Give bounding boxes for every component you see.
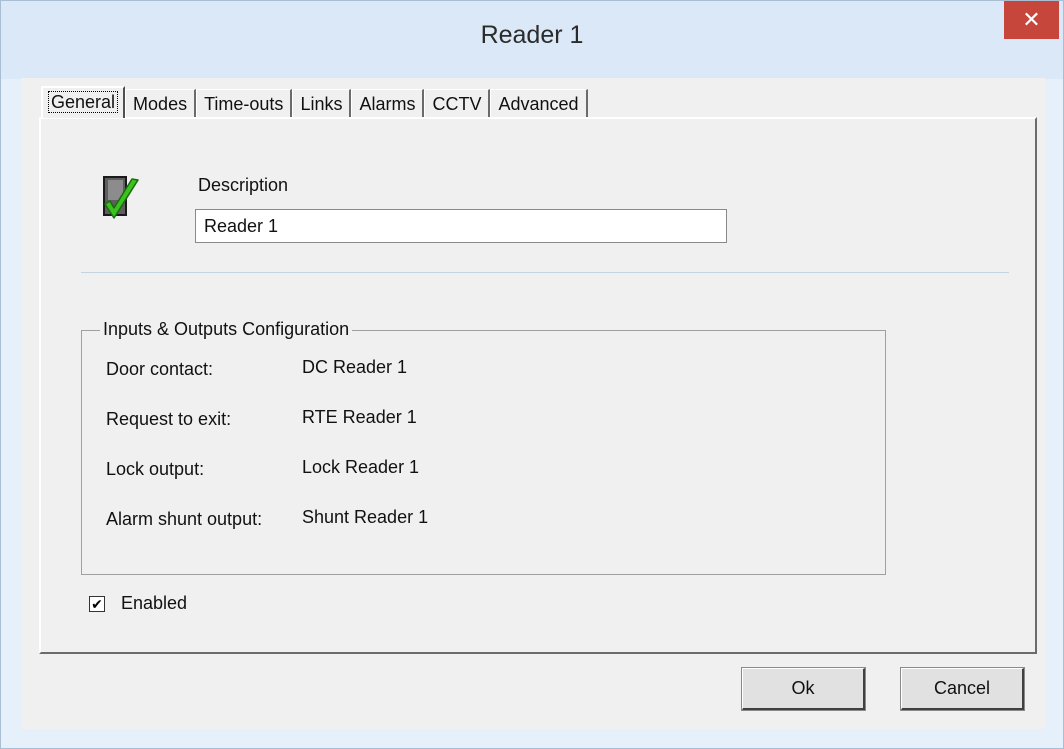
reader-dialog: Reader 1 ✕ General Modes Time-outs Links… bbox=[0, 0, 1064, 749]
reader-check-icon bbox=[103, 176, 139, 219]
tab-cctv[interactable]: CCTV bbox=[424, 89, 491, 117]
description-label: Description bbox=[198, 175, 289, 195]
tab-general[interactable]: General bbox=[41, 86, 126, 118]
enabled-checkbox[interactable]: ✔ bbox=[89, 596, 105, 612]
request-to-exit-label: Request to exit: bbox=[106, 409, 232, 429]
general-tab-panel: Description Inputs & Outputs Configurati… bbox=[39, 117, 1037, 654]
tab-strip: General Modes Time-outs Links Alarms CCT… bbox=[41, 86, 588, 118]
io-config-title: Inputs & Outputs Configuration bbox=[100, 319, 353, 340]
tab-time-outs[interactable]: Time-outs bbox=[196, 89, 293, 117]
door-contact-label: Door contact: bbox=[106, 359, 214, 379]
lock-output-label: Lock output: bbox=[106, 459, 205, 479]
separator-line bbox=[81, 272, 1009, 273]
tab-links[interactable]: Links bbox=[292, 89, 352, 117]
tab-advanced[interactable]: Advanced bbox=[490, 89, 588, 117]
io-config-group: Inputs & Outputs Configuration Door cont… bbox=[81, 319, 886, 575]
alarm-shunt-output-label: Alarm shunt output: bbox=[106, 509, 263, 529]
ok-button[interactable]: Ok bbox=[741, 667, 866, 711]
window-title: Reader 1 bbox=[480, 21, 584, 49]
tab-alarms[interactable]: Alarms bbox=[351, 89, 425, 117]
tab-modes[interactable]: Modes bbox=[125, 89, 197, 117]
close-button[interactable]: ✕ bbox=[1004, 1, 1059, 39]
lock-output-value: Lock Reader 1 bbox=[302, 457, 420, 477]
request-to-exit-value: RTE Reader 1 bbox=[302, 407, 417, 427]
title-bar[interactable]: Reader 1 ✕ bbox=[1, 1, 1063, 79]
alarm-shunt-output-value: Shunt Reader 1 bbox=[302, 507, 429, 527]
dialog-body: General Modes Time-outs Links Alarms CCT… bbox=[21, 78, 1045, 729]
enabled-label[interactable]: Enabled bbox=[121, 593, 187, 614]
cancel-button[interactable]: Cancel bbox=[900, 667, 1025, 711]
door-contact-value: DC Reader 1 bbox=[302, 357, 408, 377]
tab-general-label: General bbox=[48, 91, 119, 113]
description-input[interactable] bbox=[195, 209, 727, 243]
close-icon: ✕ bbox=[1022, 7, 1041, 32]
